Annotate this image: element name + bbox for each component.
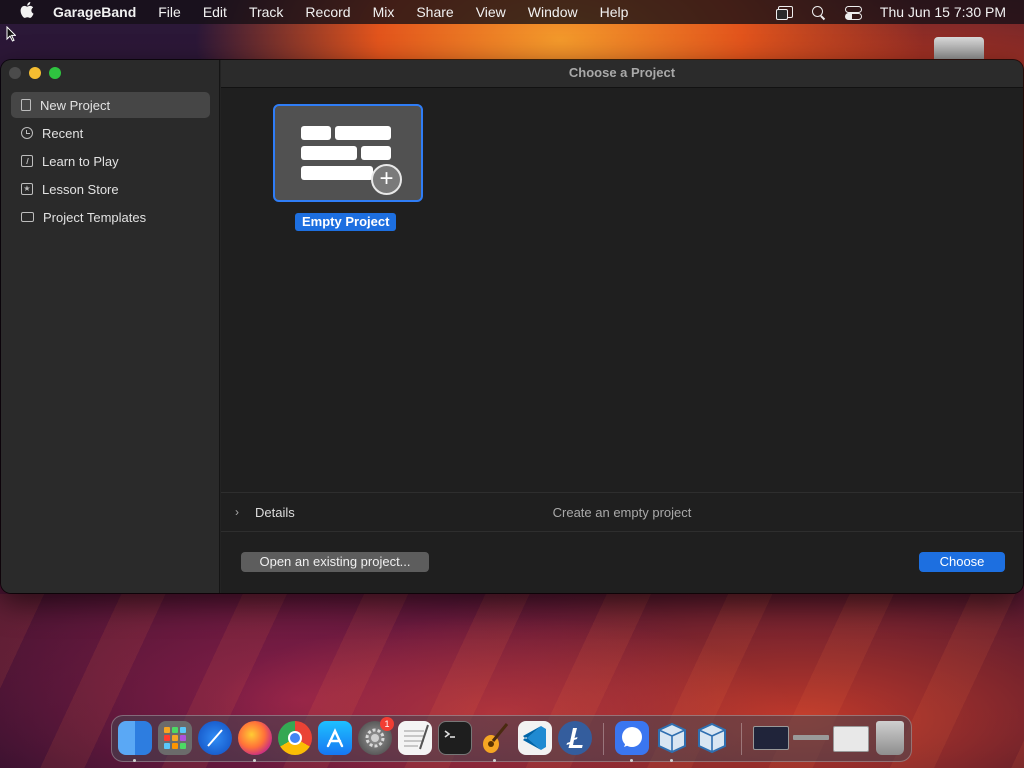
virtualbox-vm-icon[interactable] bbox=[695, 721, 729, 755]
sidebar-item-label: Recent bbox=[42, 125, 84, 141]
chrome-icon[interactable] bbox=[278, 721, 312, 755]
plus-icon: + bbox=[371, 164, 402, 195]
running-indicator bbox=[630, 759, 633, 762]
window-controls bbox=[9, 67, 69, 79]
menu-window[interactable]: Window bbox=[528, 4, 578, 20]
details-toggle[interactable]: Details bbox=[255, 505, 295, 520]
launchpad-icon[interactable] bbox=[158, 721, 192, 755]
sidebar-item-lesson-store[interactable]: ★ Lesson Store bbox=[11, 176, 210, 202]
spotlight-search-icon[interactable] bbox=[810, 5, 828, 19]
dock: 1 bbox=[111, 715, 912, 762]
sidebar-item-learn-to-play[interactable]: Learn to Play bbox=[11, 148, 210, 174]
terminal-icon[interactable] bbox=[438, 721, 472, 755]
folder-icon bbox=[21, 212, 34, 222]
litecoin-icon[interactable] bbox=[558, 721, 592, 755]
garageband-icon[interactable] bbox=[478, 721, 512, 755]
empty-project-label[interactable]: Empty Project bbox=[295, 213, 397, 231]
recent-window-icon[interactable] bbox=[833, 726, 869, 752]
sidebar-list: New Project Recent Learn to Play ★ Lesso… bbox=[11, 92, 210, 232]
star-icon: ★ bbox=[21, 183, 33, 195]
apple-menu-icon[interactable] bbox=[18, 2, 36, 22]
dock-separator bbox=[741, 723, 742, 755]
control-center-icon[interactable] bbox=[844, 5, 862, 20]
details-bar: Create an empty project › Details bbox=[221, 492, 1023, 532]
tile-graphic-bar bbox=[301, 126, 331, 140]
finder-icon[interactable] bbox=[118, 721, 152, 755]
sidebar-item-new-project[interactable]: New Project bbox=[11, 92, 210, 118]
main-panel: Choose a Project + Empty Project Create … bbox=[221, 60, 1023, 593]
window-title: Choose a Project bbox=[221, 60, 1023, 88]
empty-project-tile[interactable]: + bbox=[273, 104, 423, 202]
menu-file[interactable]: File bbox=[158, 4, 181, 20]
notification-badge: 1 bbox=[380, 717, 394, 731]
recent-window-icon[interactable] bbox=[793, 735, 829, 740]
music-book-icon bbox=[21, 155, 33, 167]
tile-graphic-bar bbox=[335, 126, 391, 140]
tile-graphic-bar bbox=[361, 146, 391, 160]
vscode-icon[interactable] bbox=[518, 721, 552, 755]
running-indicator bbox=[133, 759, 136, 762]
details-description: Create an empty project bbox=[552, 505, 692, 520]
running-indicator bbox=[253, 759, 256, 762]
sidebar-item-label: Lesson Store bbox=[42, 181, 119, 197]
running-indicator bbox=[670, 759, 673, 762]
choose-button[interactable]: Choose bbox=[919, 552, 1005, 572]
virtualbox-icon[interactable] bbox=[655, 721, 689, 755]
sidebar-item-label: New Project bbox=[40, 97, 111, 113]
menu-record[interactable]: Record bbox=[305, 4, 350, 20]
menu-view[interactable]: View bbox=[476, 4, 506, 20]
screen-mirroring-icon[interactable] bbox=[775, 5, 794, 20]
menu-help[interactable]: Help bbox=[600, 4, 629, 20]
zoom-window-button[interactable] bbox=[49, 67, 61, 79]
document-icon bbox=[21, 99, 31, 111]
open-existing-project-button[interactable]: Open an existing project... bbox=[241, 552, 429, 572]
choose-project-window: New Project Recent Learn to Play ★ Lesso… bbox=[1, 60, 1023, 593]
menu-edit[interactable]: Edit bbox=[203, 4, 227, 20]
safari-icon[interactable] bbox=[198, 721, 232, 755]
clock-icon bbox=[21, 127, 33, 139]
sidebar-item-label: Project Templates bbox=[43, 209, 147, 225]
running-indicator bbox=[493, 759, 496, 762]
menu-track[interactable]: Track bbox=[249, 4, 283, 20]
minimize-window-button[interactable] bbox=[29, 67, 41, 79]
trash-icon[interactable] bbox=[876, 721, 904, 755]
sidebar-item-label: Learn to Play bbox=[42, 153, 119, 169]
chevron-right-icon[interactable]: › bbox=[235, 505, 239, 519]
tile-graphic-bar bbox=[301, 166, 373, 180]
sidebar-item-recent[interactable]: Recent bbox=[11, 120, 210, 146]
disk-drive-icon[interactable] bbox=[934, 37, 984, 59]
signal-icon[interactable] bbox=[615, 721, 649, 755]
app-store-icon[interactable] bbox=[318, 721, 352, 755]
tile-graphic-bar bbox=[301, 146, 357, 160]
close-window-button[interactable] bbox=[9, 67, 21, 79]
menu-bar: GarageBand File Edit Track Record Mix Sh… bbox=[0, 0, 1024, 24]
dock-separator bbox=[603, 723, 604, 755]
sidebar: New Project Recent Learn to Play ★ Lesso… bbox=[1, 60, 220, 593]
menu-app-name[interactable]: GarageBand bbox=[53, 4, 136, 20]
firefox-icon[interactable] bbox=[238, 721, 272, 755]
menu-bar-clock[interactable]: Thu Jun 15 7:30 PM bbox=[880, 4, 1006, 20]
menu-share[interactable]: Share bbox=[416, 4, 453, 20]
mouse-pointer-icon bbox=[6, 26, 16, 42]
textedit-icon[interactable] bbox=[398, 721, 432, 755]
menu-mix[interactable]: Mix bbox=[373, 4, 395, 20]
recent-window-icon[interactable] bbox=[753, 726, 789, 750]
sidebar-item-project-templates[interactable]: Project Templates bbox=[11, 204, 210, 230]
